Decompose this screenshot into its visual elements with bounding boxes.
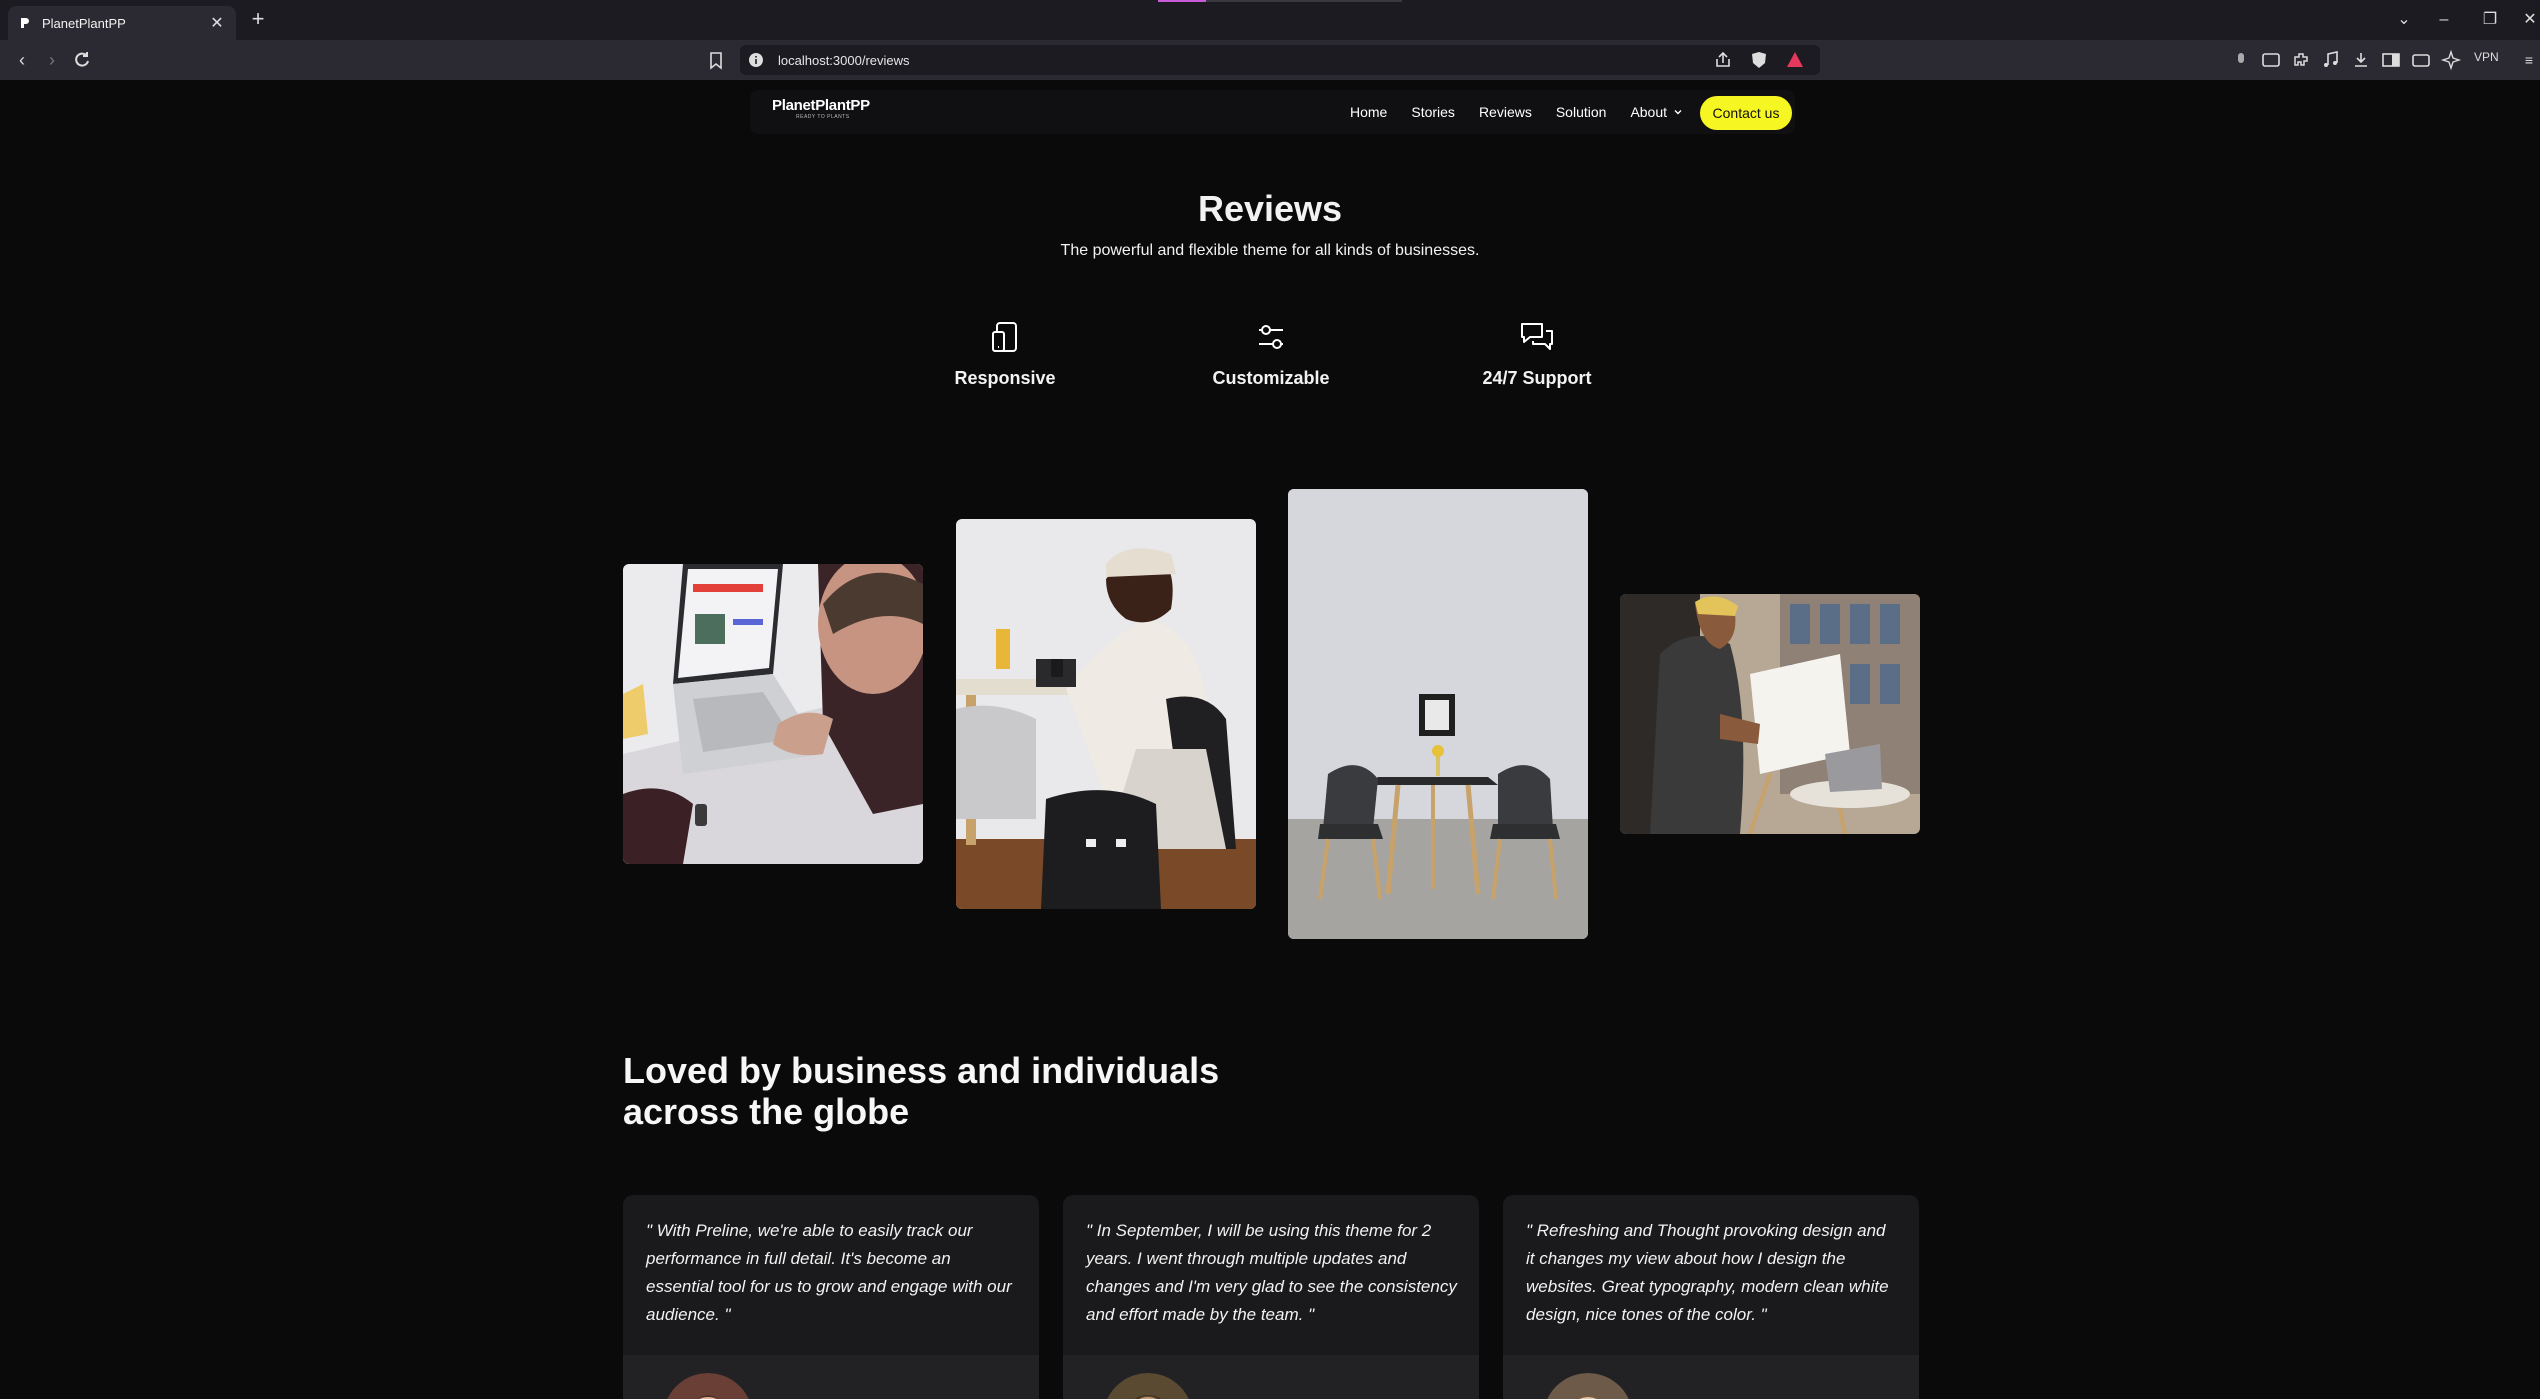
nav-home[interactable]: Home: [1350, 104, 1387, 120]
site-info-icon[interactable]: [748, 52, 764, 68]
back-icon[interactable]: ‹: [10, 48, 34, 72]
sliders-icon: [1259, 325, 1283, 349]
feature-support: 24/7 Support: [1437, 320, 1637, 389]
tab-list-chevron-icon[interactable]: ⌄: [2388, 8, 2420, 32]
main-nav: Home Stories Reviews Solution About: [1350, 90, 1707, 134]
menu-icon[interactable]: ≡: [2520, 48, 2538, 72]
page-viewport: PlanetPlantPP READY TO PLANTS Home Stori…: [0, 80, 2540, 1399]
testimonial-footer: [1503, 1355, 1919, 1399]
avatar: [1547, 1373, 1629, 1399]
testimonial-card: " Refreshing and Thought provoking desig…: [1503, 1195, 1919, 1399]
browser-toolbar: ‹ › localhost:3000/reviews VPN ≡: [0, 40, 2540, 80]
site-header: PlanetPlantPP READY TO PLANTS Home Stori…: [750, 90, 1795, 134]
restore-icon[interactable]: ❐: [2474, 8, 2506, 32]
tab-title: PlanetPlantPP: [42, 15, 126, 31]
logo-name: PlanetPlantPP: [772, 97, 870, 114]
man-at-easel-photo: [1620, 594, 1920, 834]
brave-shields-icon[interactable]: [1748, 49, 1770, 71]
page-title: Reviews: [1197, 188, 1343, 229]
wallet-icon[interactable]: [2410, 49, 2432, 71]
nav-about-label: About: [1630, 104, 1668, 120]
testimonial-card: " With Preline, we're able to easily tra…: [623, 1195, 1039, 1399]
testimonial-card: " In September, I will be using this the…: [1063, 1195, 1479, 1399]
close-window-icon[interactable]: ✕: [2520, 8, 2540, 32]
download-icon[interactable]: [2350, 49, 2372, 71]
browser-tab-bar: PlanetPlantPP ✕ + ⌄ – ❐ ✕: [0, 0, 2540, 40]
feature-label: 24/7 Support: [1482, 368, 1592, 388]
avatar: [1107, 1373, 1189, 1399]
feature-responsive: Responsive: [905, 320, 1105, 389]
dining-table-chairs-photo: [1288, 489, 1588, 939]
feature-label: Customizable: [1212, 368, 1330, 388]
nav-about-dropdown[interactable]: About: [1630, 104, 1683, 120]
testimonial-quote: " With Preline, we're able to easily tra…: [646, 1221, 1012, 1324]
browser-tab[interactable]: PlanetPlantPP ✕: [8, 6, 236, 40]
url-text[interactable]: localhost:3000/reviews: [778, 53, 1712, 68]
testimonial-footer: [623, 1355, 1039, 1399]
testimonial-quote: " Refreshing and Thought provoking desig…: [1526, 1221, 1889, 1324]
leo-ai-icon[interactable]: [2440, 49, 2462, 71]
microphone-icon[interactable]: [2230, 49, 2252, 71]
share-icon[interactable]: [1712, 49, 1734, 71]
page-subtitle: The powerful and flexible theme for all …: [1060, 242, 1480, 259]
testimonials-heading: Loved by business and individuals across…: [623, 1050, 1423, 1132]
reload-icon[interactable]: [70, 48, 94, 72]
feature-customizable: Customizable: [1171, 320, 1371, 389]
vpn-button[interactable]: VPN: [2474, 50, 2499, 64]
feature-label: Responsive: [954, 368, 1056, 388]
avatar: [667, 1373, 749, 1399]
laptop-user-photo: [623, 564, 923, 864]
address-bar[interactable]: localhost:3000/reviews: [740, 45, 1820, 75]
sidebar-icon[interactable]: [2380, 49, 2402, 71]
image-extension-icon[interactable]: [2260, 49, 2282, 71]
new-tab-button[interactable]: +: [246, 8, 270, 32]
extensions-puzzle-icon[interactable]: [2290, 49, 2312, 71]
bookmark-icon[interactable]: [704, 48, 728, 72]
man-working-at-desk-photo: [956, 519, 1256, 909]
loading-bar: [1158, 0, 1402, 2]
brave-rewards-icon[interactable]: [1784, 49, 1806, 71]
nav-solution[interactable]: Solution: [1556, 104, 1607, 120]
nav-stories[interactable]: Stories: [1411, 104, 1455, 120]
heading-line-2: across the globe: [623, 1091, 910, 1132]
minimize-icon[interactable]: –: [2428, 8, 2460, 32]
heading-line-1: Loved by business and individuals: [623, 1050, 1220, 1091]
testimonial-footer: [1063, 1355, 1479, 1399]
site-favicon-icon: [21, 18, 29, 28]
testimonial-quote: " In September, I will be using this the…: [1086, 1221, 1457, 1324]
contact-us-button[interactable]: Contact us: [1700, 96, 1792, 130]
responsive-device-icon: [992, 322, 1017, 352]
logo-tagline: READY TO PLANTS: [796, 114, 850, 120]
chat-bubbles-icon: [1521, 323, 1553, 350]
nav-reviews[interactable]: Reviews: [1479, 104, 1532, 120]
forward-icon[interactable]: ›: [40, 48, 64, 72]
site-logo[interactable]: PlanetPlantPP READY TO PLANTS: [772, 97, 870, 120]
chevron-down-icon: [1674, 110, 1682, 115]
close-tab-icon[interactable]: ✕: [208, 13, 226, 33]
music-icon[interactable]: [2320, 49, 2342, 71]
